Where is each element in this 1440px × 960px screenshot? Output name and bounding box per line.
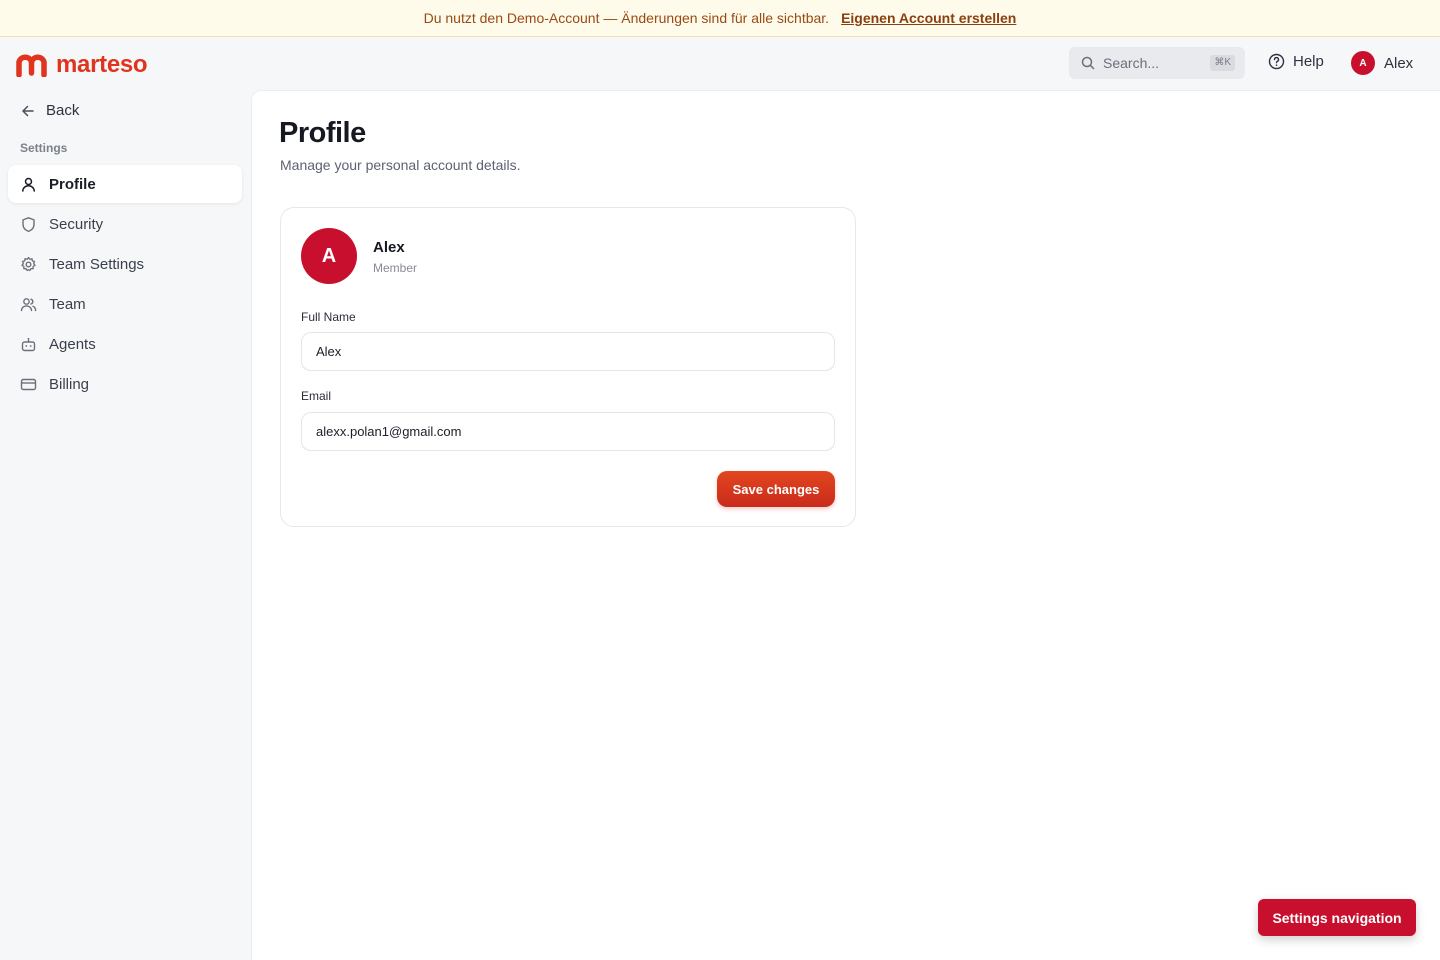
help-button[interactable]: Help xyxy=(1268,53,1324,70)
logo[interactable]: marteso xyxy=(16,51,148,79)
email-field[interactable] xyxy=(301,412,835,451)
full-name-label: Full Name xyxy=(301,310,356,324)
search-placeholder: Search... xyxy=(1103,55,1160,71)
email-label: Email xyxy=(301,389,332,403)
page-title: Profile xyxy=(279,117,366,149)
create-account-link[interactable]: Eigenen Account erstellen xyxy=(841,10,1016,26)
help-label: Help xyxy=(1293,53,1324,70)
marteso-logo-icon xyxy=(16,54,47,77)
profile-role: Member xyxy=(373,261,418,275)
profile-name: Alex xyxy=(373,239,405,256)
sidebar-item-security[interactable]: Security xyxy=(8,205,242,243)
sidebar-item-billing[interactable]: Billing xyxy=(8,365,242,403)
demo-banner: Du nutzt den Demo-Account — Änderungen s… xyxy=(0,0,1440,37)
sidebar-item-label: Team Settings xyxy=(49,255,145,273)
sidebar-item-team[interactable]: Team xyxy=(8,285,242,323)
search-shortcut-badge: ⌘K xyxy=(1210,55,1235,71)
sidebar-item-agents[interactable]: Agents xyxy=(8,325,242,363)
sidebar-item-label: Profile xyxy=(49,175,96,193)
brand-name: marteso xyxy=(56,51,148,78)
sidebar-item-label: Security xyxy=(49,215,104,233)
search-icon xyxy=(1081,56,1095,70)
demo-banner-message: Du nutzt den Demo-Account — Änderungen s… xyxy=(423,10,830,26)
credit-card-icon xyxy=(20,378,37,390)
gear-icon xyxy=(21,256,36,271)
profile-card: A Alex Member Full Name Email Save chang… xyxy=(280,207,856,527)
back-button[interactable]: Back xyxy=(20,102,79,119)
sidebar-item-team-settings[interactable]: Team Settings xyxy=(8,245,242,283)
users-icon xyxy=(20,297,37,311)
avatar: A xyxy=(1351,51,1375,75)
user-menu[interactable]: A Alex xyxy=(1351,51,1413,75)
profile-avatar: A xyxy=(301,228,357,284)
user-icon xyxy=(22,177,35,192)
sidebar-item-profile[interactable]: Profile xyxy=(8,165,242,203)
sidebar: Back Settings Profile Security Team Sett… xyxy=(0,90,250,960)
bot-icon xyxy=(21,337,36,351)
help-circle-icon xyxy=(1268,53,1285,70)
top-header: marteso Search... ⌘K Help A Alex xyxy=(0,37,1440,90)
sidebar-item-label: Billing xyxy=(49,375,90,393)
search-input[interactable]: Search... ⌘K xyxy=(1069,47,1245,79)
full-name-field[interactable] xyxy=(301,332,835,371)
sidebar-section-label: Settings xyxy=(20,141,68,155)
settings-navigation-button[interactable]: Settings navigation xyxy=(1258,899,1416,936)
user-name: Alex xyxy=(1384,54,1414,72)
arrow-left-icon xyxy=(22,105,34,116)
main-panel: Profile Manage your personal account det… xyxy=(251,90,1440,960)
page-subtitle: Manage your personal account details. xyxy=(280,157,521,173)
save-changes-button[interactable]: Save changes xyxy=(717,471,835,507)
sidebar-item-label: Team xyxy=(49,295,86,313)
sidebar-item-label: Agents xyxy=(49,335,96,353)
back-label: Back xyxy=(46,102,80,119)
settings-nav: Profile Security Team Settings Team Agen… xyxy=(8,165,242,405)
shield-icon xyxy=(22,216,35,232)
